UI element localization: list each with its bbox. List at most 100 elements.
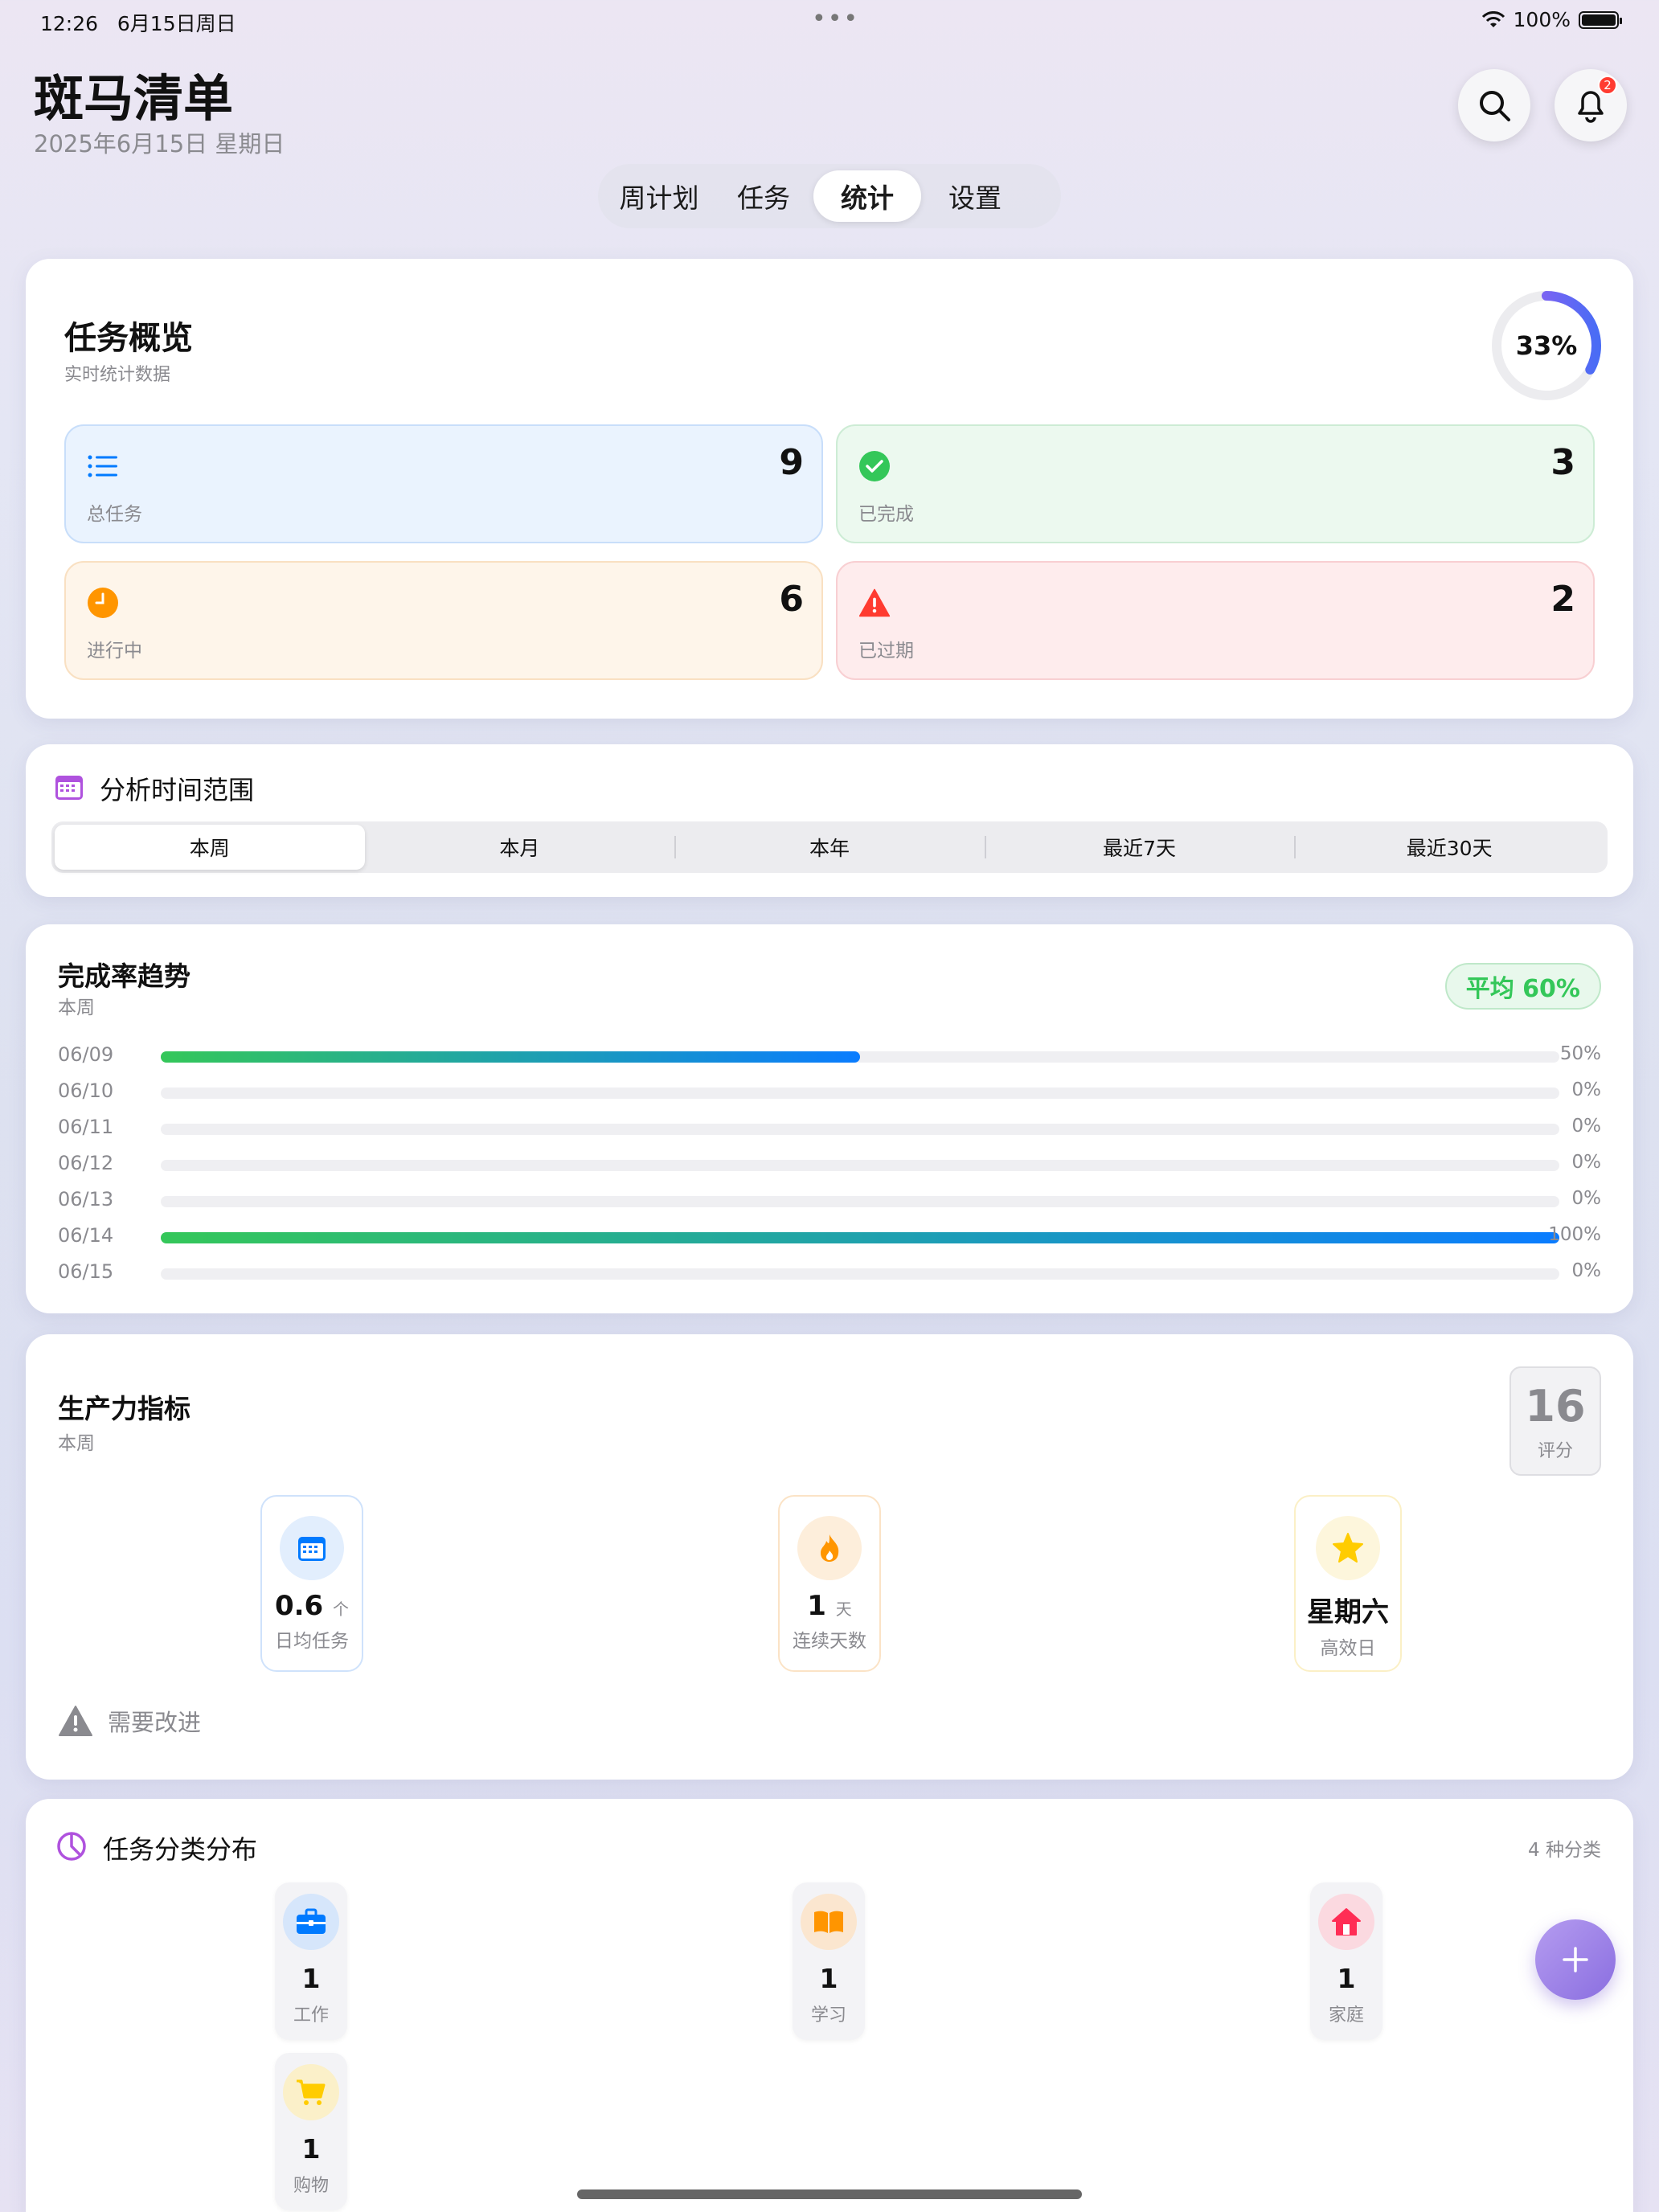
category-count-value: 1 <box>819 1963 838 1994</box>
trend-bar-track <box>161 1232 1559 1243</box>
tab-statistics[interactable]: 统计 <box>813 170 921 222</box>
trend-percent: 0% <box>1571 1152 1602 1173</box>
score-value: 16 <box>1525 1381 1586 1432</box>
current-date: 2025年6月15日 星期日 <box>34 130 285 158</box>
add-task-button[interactable] <box>1535 1919 1616 2000</box>
improvement-note: 需要改进 <box>58 1704 201 1738</box>
category-study[interactable]: 1 学习 <box>793 1882 865 2040</box>
trend-bar-track <box>161 1196 1559 1207</box>
clock-icon <box>87 587 119 619</box>
trend-row: 06/15 0% <box>58 1260 1601 1284</box>
app-title: 斑马清单 <box>34 69 234 128</box>
category-work[interactable]: 1 工作 <box>275 1882 347 2040</box>
star-icon <box>1316 1516 1380 1580</box>
main-tab-bar: 周计划 任务 统计 设置 <box>598 164 1061 228</box>
trend-bar-track <box>161 1160 1559 1171</box>
trend-bar-track <box>161 1051 1559 1063</box>
trend-percent: 0% <box>1571 1116 1602 1137</box>
category-label: 工作 <box>293 2005 329 2026</box>
time-range-card: 分析时间范围 本周 本月 本年 最近7天 最近30天 <box>26 744 1633 897</box>
battery-percent: 100% <box>1513 8 1571 31</box>
metric-streak-days: 1 天 连续天数 <box>778 1495 881 1672</box>
category-count-value: 1 <box>1337 1963 1356 1994</box>
improvement-text: 需要改进 <box>108 1709 202 1736</box>
briefcase-icon <box>283 1894 339 1950</box>
stat-in-progress[interactable]: 进行中 6 <box>64 561 823 680</box>
check-circle-icon <box>858 450 891 482</box>
trend-title: 完成率趋势 <box>58 961 190 992</box>
range-option-this-year[interactable]: 本年 <box>674 825 985 870</box>
metric-unit: 天 <box>835 1600 852 1619</box>
productivity-title: 生产力指标 <box>58 1393 190 1424</box>
stat-value: 9 <box>779 442 804 483</box>
category-home[interactable]: 1 家庭 <box>1310 1882 1382 2040</box>
time-range-segmented-control: 本周 本月 本年 最近7天 最近30天 <box>51 821 1608 873</box>
trend-date: 06/15 <box>58 1260 114 1283</box>
wifi-icon <box>1481 10 1505 27</box>
cart-icon <box>283 2064 339 2120</box>
trend-percent: 100% <box>1548 1224 1601 1245</box>
trend-row: 06/11 0% <box>58 1116 1601 1140</box>
trend-date: 06/13 <box>58 1188 114 1210</box>
metric-unit: 个 <box>333 1600 350 1619</box>
trend-row: 06/14 100% <box>58 1224 1601 1248</box>
stat-label: 进行中 <box>87 641 142 662</box>
multitasking-dots[interactable]: ••• <box>812 5 859 33</box>
category-label: 学习 <box>810 2005 846 2026</box>
productivity-subtitle: 本周 <box>58 1433 95 1454</box>
category-label: 家庭 <box>1328 2005 1364 2026</box>
stat-total-tasks[interactable]: 总任务 9 <box>64 424 823 543</box>
time-range-title: 分析时间范围 <box>100 775 255 805</box>
range-option-this-month[interactable]: 本月 <box>365 825 675 870</box>
metric-label: 高效日 <box>1320 1638 1376 1659</box>
trend-percent: 0% <box>1571 1188 1602 1209</box>
trend-date: 06/12 <box>58 1152 114 1174</box>
completion-percent: 33% <box>1515 330 1578 361</box>
stat-overdue[interactable]: 已过期 2 <box>836 561 1595 680</box>
home-indicator[interactable] <box>577 2189 1082 2199</box>
flame-icon <box>797 1516 862 1580</box>
tab-weekly-plan[interactable]: 周计划 <box>604 170 714 222</box>
trend-subtitle: 本周 <box>58 997 95 1018</box>
category-shopping[interactable]: 1 购物 <box>275 2053 347 2210</box>
tab-tasks[interactable]: 任务 <box>714 170 813 222</box>
metric-best-day: 星期六 高效日 <box>1294 1495 1402 1672</box>
metric-label: 日均任务 <box>275 1631 349 1652</box>
stat-value: 2 <box>1550 579 1575 620</box>
range-option-last-7-days[interactable]: 最近7天 <box>984 825 1295 870</box>
trend-percent: 50% <box>1559 1043 1601 1064</box>
stat-label: 总任务 <box>87 504 142 525</box>
stat-label: 已过期 <box>858 641 914 662</box>
trend-bar-track <box>161 1124 1559 1135</box>
trend-date: 06/10 <box>58 1079 114 1102</box>
category-distribution-card: 任务分类分布 4 种分类 1 工作 1 学习 1 家庭 1 购物 <box>26 1799 1633 2212</box>
stat-label: 已完成 <box>858 504 914 525</box>
trend-row: 06/10 0% <box>58 1079 1601 1104</box>
overview-card: 任务概览 实时统计数据 33% 总任务 9 已完成 3 进行中 6 已过期 2 <box>26 259 1633 719</box>
trend-bar-fill <box>161 1232 1559 1243</box>
productivity-score: 16 评分 <box>1509 1366 1601 1476</box>
book-icon <box>801 1894 857 1950</box>
battery-icon <box>1579 10 1622 29</box>
search-button[interactable] <box>1458 69 1530 141</box>
calendar-icon <box>280 1516 344 1580</box>
category-title: 任务分类分布 <box>103 1834 258 1865</box>
tab-settings[interactable]: 设置 <box>921 170 1029 222</box>
notifications-button[interactable]: 2 <box>1555 69 1627 141</box>
trend-percent: 0% <box>1571 1079 1602 1100</box>
calendar-icon <box>55 776 83 800</box>
notification-badge: 2 <box>1598 76 1617 95</box>
stat-completed[interactable]: 已完成 3 <box>836 424 1595 543</box>
range-option-last-30-days[interactable]: 最近30天 <box>1294 825 1604 870</box>
trend-bar-track <box>161 1088 1559 1099</box>
range-option-this-week[interactable]: 本周 <box>55 825 365 870</box>
status-bar: 12:26 6月15日周日 ••• 100% <box>0 0 1659 39</box>
pie-chart-icon <box>57 1832 86 1861</box>
metric-value: 1 <box>807 1590 826 1622</box>
stat-value: 6 <box>779 579 804 620</box>
metric-value: 0.6 <box>274 1590 324 1622</box>
trend-bar-track <box>161 1268 1559 1280</box>
category-count-value: 1 <box>301 1963 321 1994</box>
productivity-card: 生产力指标 本周 16 评分 0.6 个 日均任务 1 天 连续天数 星期六 高… <box>26 1334 1633 1780</box>
category-count: 4 种分类 <box>1528 1840 1601 1861</box>
